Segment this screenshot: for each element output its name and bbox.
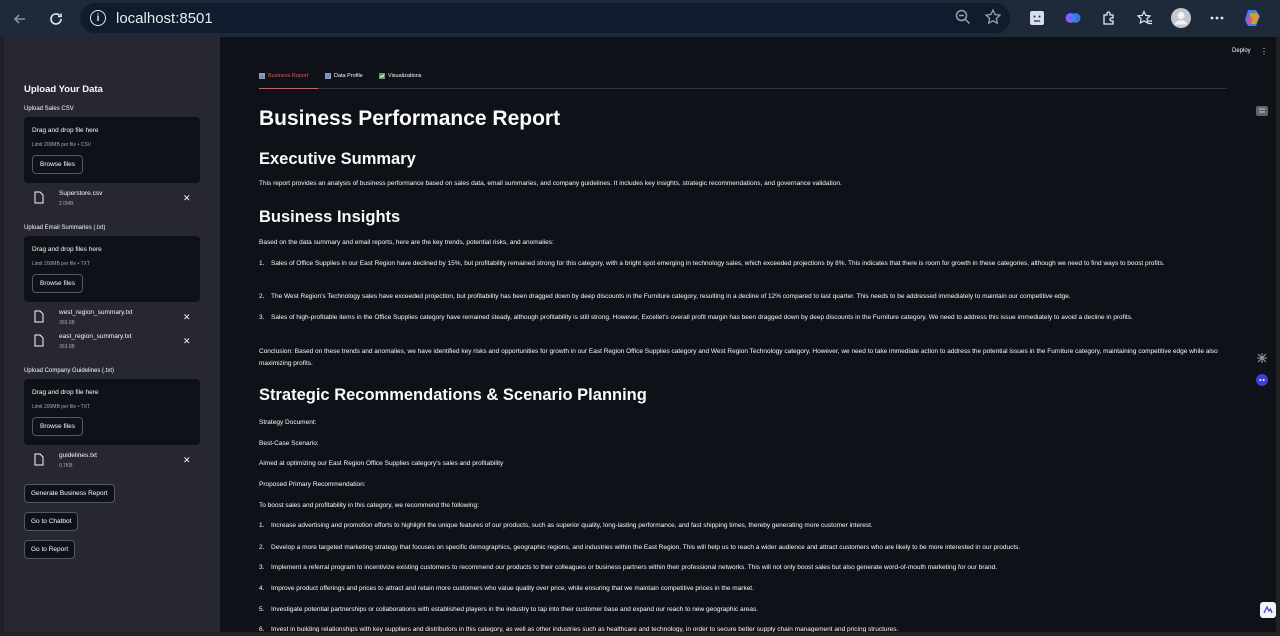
remove-file-icon[interactable]: ✕ <box>183 455 191 466</box>
feedback-icon[interactable] <box>1260 602 1276 618</box>
executive-summary-heading: Executive Summary <box>259 150 416 168</box>
file-size: 369.0B <box>59 320 75 326</box>
streamlit-app: Upload Your Data Upload Sales CSV Drag a… <box>4 37 1276 632</box>
list-item-text: Invest in building relationships with ke… <box>271 626 899 632</box>
uploaded-file: guidelines.txt 0.7KB ✕ <box>24 449 200 473</box>
chart-icon <box>325 73 331 79</box>
tab-data-profile[interactable]: Data Profile <box>325 73 363 89</box>
list-item-text: Increase advertising and promotion effor… <box>271 522 873 529</box>
insights-intro: Based on the data summary and email repo… <box>259 239 554 246</box>
url-text: localhost:8501 <box>116 9 213 27</box>
browser-toolbar: i localhost:8501 <box>0 0 1280 37</box>
list-item-text: Improve product offerings and prices to … <box>271 585 754 592</box>
list-item-text: The West Region's Technology sales have … <box>271 293 1071 300</box>
browse-files-button[interactable]: Browse files <box>32 274 84 293</box>
list-item-text: Investigate potential partnerships or co… <box>271 606 759 613</box>
file-name: guidelines.txt <box>59 452 97 459</box>
dropzone-limit: Limit 200MB per file • TXT <box>32 261 91 267</box>
uploaded-file: west_region_summary.txt 369.0B ✕ <box>24 306 200 330</box>
list-item-text: Implement a referral program to incentiv… <box>271 564 998 571</box>
main-menu-icon[interactable]: ⋮ <box>1260 47 1268 56</box>
upload-sales-label: Upload Sales CSV <box>24 106 74 112</box>
sidebar-title: Upload Your Data <box>24 84 103 95</box>
guidelines-dropzone[interactable]: Drag and drop file here Limit 200MB per … <box>24 379 200 445</box>
reload-button[interactable] <box>42 5 70 33</box>
file-size: 2.0MB <box>59 201 74 207</box>
main-content: Deploy ⋮ Business Report Data Profile Vi… <box>220 37 1276 632</box>
tab-label: Business Report <box>268 73 309 79</box>
star-bookmark-icon[interactable] <box>984 8 1002 31</box>
remove-file-icon[interactable]: ✕ <box>183 336 191 347</box>
tab-bar: Business Report Data Profile Visualizati… <box>259 72 1227 89</box>
sales-dropzone[interactable]: Drag and drop file here Limit 200MB per … <box>24 117 200 183</box>
business-insights-heading: Business Insights <box>259 208 401 226</box>
more-menu-icon[interactable] <box>1204 5 1230 31</box>
site-info-icon[interactable]: i <box>90 10 106 26</box>
toolbar-collapse-icon[interactable] <box>1256 105 1268 117</box>
file-size: 363.0B <box>59 344 75 350</box>
aim-text: Aimed at optimizing our East Region Offi… <box>259 460 504 467</box>
file-icon <box>34 334 44 347</box>
extension-face-icon[interactable] <box>1024 5 1050 31</box>
list-item-text: Sales of Office Supplies in our East Reg… <box>271 260 1165 267</box>
browse-files-button[interactable]: Browse files <box>32 417 84 436</box>
dropzone-title: Drag and drop file here <box>32 127 99 134</box>
upload-email-label: Upload Email Summaries (.txt) <box>24 225 106 231</box>
address-bar[interactable]: i localhost:8501 <box>80 3 1010 33</box>
copilot-icon[interactable] <box>1240 5 1266 31</box>
favorites-icon[interactable] <box>1132 5 1158 31</box>
file-icon <box>34 453 44 466</box>
grid-apps-icon[interactable] <box>1256 352 1268 364</box>
conclusion-text: Conclusion: Based on these trends and an… <box>259 348 1218 367</box>
profile-avatar-icon[interactable] <box>1168 5 1194 31</box>
executive-summary-text: This report provides an analysis of busi… <box>259 180 842 187</box>
list-item-text: Develop a more targeted marketing strate… <box>271 544 1021 551</box>
best-case-label: Best-Case Scenario: <box>259 440 319 447</box>
sidebar: Upload Your Data Upload Sales CSV Drag a… <box>4 37 220 632</box>
file-icon <box>34 310 44 323</box>
file-name: east_region_summary.txt <box>59 333 132 340</box>
dropzone-title: Drag and drop files here <box>32 246 102 253</box>
dropzone-limit: Limit 200MB per file • CSV <box>32 142 91 148</box>
assistant-icon[interactable] <box>1256 374 1268 386</box>
extension-brain-icon[interactable] <box>1060 5 1086 31</box>
tab-label: Visualizations <box>388 73 422 79</box>
back-button[interactable] <box>6 5 34 33</box>
generate-report-button[interactable]: Generate Business Report <box>24 484 115 503</box>
uploaded-file: east_region_summary.txt 363.0B ✕ <box>24 330 200 354</box>
email-dropzone[interactable]: Drag and drop files here Limit 200MB per… <box>24 236 200 302</box>
remove-file-icon[interactable]: ✕ <box>183 312 191 323</box>
chart-icon <box>379 73 385 79</box>
upload-guidelines-label: Upload Company Guidelines (.txt) <box>24 368 115 374</box>
file-icon <box>34 191 44 204</box>
list-item-text: Sales of high-profitable items in the Of… <box>271 314 1133 321</box>
file-size: 0.7KB <box>59 463 73 469</box>
dropzone-title: Drag and drop file here <box>32 389 99 396</box>
chart-icon <box>259 73 265 79</box>
extensions-puzzle-icon[interactable] <box>1096 5 1122 31</box>
tab-label: Data Profile <box>334 73 363 79</box>
file-name: Superstore.csv <box>59 190 103 197</box>
strategy-heading: Strategic Recommendations & Scenario Pla… <box>259 386 647 404</box>
deploy-button[interactable]: Deploy <box>1232 48 1251 54</box>
file-name: west_region_summary.txt <box>59 309 133 316</box>
uploaded-file: Superstore.csv 2.0MB ✕ <box>24 187 200 211</box>
tab-visualizations[interactable]: Visualizations <box>379 73 422 89</box>
report-title: Business Performance Report <box>259 107 561 130</box>
proposed-label: Proposed Primary Recommendation: <box>259 481 366 488</box>
recommend-intro: To boost sales and profitability in this… <box>259 502 479 509</box>
go-to-report-button[interactable]: Go to Report <box>24 540 76 559</box>
remove-file-icon[interactable]: ✕ <box>183 193 191 204</box>
go-to-chatbot-button[interactable]: Go to Chatbot <box>24 512 79 531</box>
browse-files-button[interactable]: Browse files <box>32 155 84 174</box>
strategy-doc-label: Strategy Document: <box>259 419 317 426</box>
tab-business-report[interactable]: Business Report <box>259 73 318 89</box>
zoom-icon[interactable] <box>954 8 972 31</box>
dropzone-limit: Limit 200MB per file • TXT <box>32 404 91 410</box>
